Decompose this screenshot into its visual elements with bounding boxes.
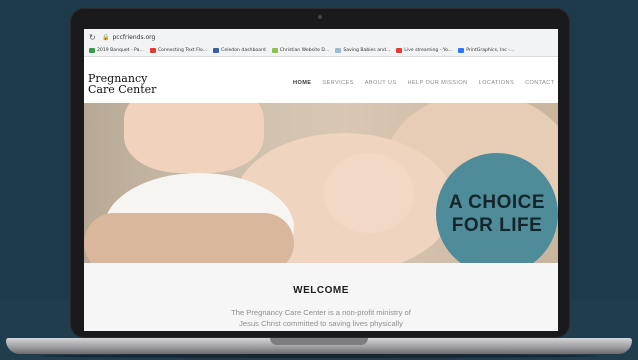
nav-services[interactable]: SERVICES	[322, 80, 353, 86]
baby-arm-shape	[324, 153, 414, 233]
main-nav: HOME SERVICES ABOUT US HELP OUR MISSION …	[293, 80, 555, 86]
nav-locations[interactable]: LOCATIONS	[479, 80, 515, 86]
bookmark-item[interactable]: Connecting Text Flo...	[149, 48, 207, 53]
badge-line-2: FOR LIFE	[451, 215, 543, 236]
bookmark-item[interactable]: Celedon dashboard	[213, 48, 266, 53]
lock-icon: 🔒	[102, 33, 110, 41]
bookmark-favicon-icon	[213, 48, 220, 53]
hand-shape	[84, 213, 294, 263]
bookmark-favicon-icon	[458, 48, 465, 53]
bookmarks-bar: 2019 Banquet - Pa... Connecting Text Flo…	[84, 45, 558, 57]
youtube-icon	[396, 48, 403, 53]
welcome-line-1: The Pregnancy Care Center is a non-profi…	[231, 308, 411, 317]
laptop-notch	[270, 338, 368, 345]
badge-line-1: A CHOICE	[448, 192, 546, 213]
hero-badge: A CHOICE FOR LIFE	[436, 153, 558, 275]
bookmark-item[interactable]: Saving Babies and...	[335, 48, 390, 53]
laptop-shadow	[40, 354, 598, 358]
site-logo[interactable]: Pregnancy Care Center	[88, 73, 158, 95]
youtube-icon	[149, 48, 156, 53]
bookmark-favicon-icon	[271, 48, 278, 53]
logo-line-2: Care Center	[88, 83, 157, 96]
welcome-title: WELCOME	[293, 285, 349, 296]
nav-about-us[interactable]: ABOUT US	[365, 80, 397, 86]
nav-home[interactable]: HOME	[293, 80, 311, 86]
url-text[interactable]: pccfriends.org	[112, 34, 155, 41]
bookmark-favicon-icon	[335, 48, 342, 53]
welcome-line-2: Jesus Christ committed to saving lives p…	[239, 319, 403, 328]
bookmark-item[interactable]: PrintGraphics, Inc -...	[458, 48, 514, 53]
bookmark-item[interactable]: Live streaming - Yo...	[396, 48, 452, 53]
bookmark-favicon-icon	[89, 48, 95, 53]
nav-help-our-mission[interactable]: HELP OUR MISSION	[407, 80, 467, 86]
baby-leg-shape	[124, 103, 264, 173]
bookmark-item[interactable]: Christian Website D...	[271, 48, 329, 53]
welcome-text: The Pregnancy Care Center is a non-profi…	[214, 307, 428, 328]
nav-contact[interactable]: CONTACT	[525, 80, 554, 86]
reload-icon[interactable]: ↻	[89, 33, 99, 42]
camera-icon	[318, 15, 322, 19]
bookmark-item[interactable]: 2019 Banquet - Pa...	[89, 48, 144, 53]
address-bar[interactable]: ↻ 🔒 pccfriends.org	[84, 29, 558, 45]
